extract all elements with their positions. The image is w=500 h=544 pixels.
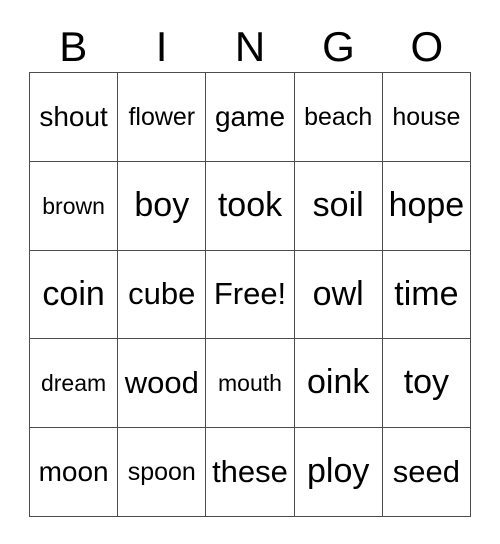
bingo-cell-r2c5[interactable]: hope bbox=[382, 161, 471, 251]
bingo-header-letter-g: G bbox=[322, 23, 355, 70]
bingo-cell-text: these bbox=[212, 453, 288, 489]
bingo-cell-text: spoon bbox=[127, 457, 196, 486]
bingo-cell-text: took bbox=[217, 185, 283, 224]
bingo-cell-text: house bbox=[392, 102, 461, 131]
bingo-cell-r1c3[interactable]: game bbox=[206, 73, 295, 162]
bingo-cell-r5c2[interactable]: spoon bbox=[118, 428, 207, 517]
bingo-cell-text: dream bbox=[40, 370, 107, 397]
bingo-cell-text: game bbox=[214, 101, 286, 133]
bingo-cell-text: seed bbox=[392, 453, 460, 489]
bingo-cell-r1c5[interactable]: house bbox=[382, 73, 471, 162]
bingo-free-space-cell[interactable]: Free! bbox=[206, 250, 295, 340]
bingo-cell-text: boy bbox=[134, 185, 190, 224]
bingo-cell-r1c4[interactable]: beach bbox=[294, 73, 383, 162]
bingo-cell-r4c1[interactable]: dream bbox=[30, 339, 119, 429]
bingo-cell-r2c2[interactable]: boy bbox=[118, 161, 207, 251]
bingo-cell-r4c3[interactable]: mouth bbox=[206, 339, 295, 429]
bingo-cell-r3c5[interactable]: time bbox=[382, 250, 471, 340]
bingo-cell-r1c2[interactable]: flower bbox=[118, 73, 207, 162]
bingo-cell-text: time bbox=[394, 274, 459, 313]
bingo-cell-r2c1[interactable]: brown bbox=[30, 161, 119, 251]
bingo-header-letter-b: B bbox=[59, 23, 88, 70]
bingo-cell-text: shout bbox=[39, 101, 108, 133]
bingo-cell-text: cube bbox=[128, 276, 196, 312]
bingo-cell-r5c5[interactable]: seed bbox=[382, 428, 471, 517]
bingo-cell-r5c3[interactable]: these bbox=[206, 428, 295, 517]
bingo-free-space-text: Free! bbox=[213, 276, 287, 312]
bingo-card: B I N G O shout flower game beach house … bbox=[0, 0, 500, 544]
bingo-cell-r5c1[interactable]: moon bbox=[30, 428, 119, 517]
bingo-header-row: B I N G O bbox=[29, 14, 471, 70]
bingo-cell-r4c5[interactable]: toy bbox=[382, 339, 471, 429]
bingo-cell-r4c4[interactable]: oink bbox=[294, 339, 383, 429]
bingo-header-letter-i: I bbox=[155, 23, 168, 70]
bingo-cell-text: soil bbox=[312, 185, 364, 224]
bingo-cell-text: coin bbox=[42, 274, 105, 313]
bingo-cell-r3c4[interactable]: owl bbox=[294, 250, 383, 340]
bingo-cell-r2c3[interactable]: took bbox=[206, 161, 295, 251]
bingo-cell-text: mouth bbox=[218, 370, 282, 397]
bingo-cell-r3c2[interactable]: cube bbox=[118, 250, 207, 340]
bingo-cell-r5c4[interactable]: ploy bbox=[294, 428, 383, 517]
bingo-cell-r2c4[interactable]: soil bbox=[294, 161, 383, 251]
bingo-cell-r4c2[interactable]: wood bbox=[118, 339, 207, 429]
bingo-cell-r3c1[interactable]: coin bbox=[30, 250, 119, 340]
bingo-cell-text: flower bbox=[128, 102, 196, 131]
bingo-cell-text: hope bbox=[388, 185, 465, 224]
bingo-header-letter-o: O bbox=[410, 23, 444, 70]
bingo-header-letter-n: N bbox=[234, 23, 266, 70]
bingo-cell-text: owl bbox=[312, 274, 364, 313]
bingo-cell-text: ploy bbox=[307, 452, 370, 491]
bingo-cell-text: toy bbox=[403, 363, 450, 402]
bingo-cell-text: beach bbox=[304, 102, 373, 131]
bingo-cell-text: moon bbox=[38, 456, 109, 488]
bingo-cell-r1c1[interactable]: shout bbox=[30, 73, 119, 162]
bingo-cell-text: brown bbox=[42, 192, 105, 219]
bingo-grid: shout flower game beach house brown boy … bbox=[29, 72, 471, 517]
bingo-cell-text: oink bbox=[307, 363, 370, 402]
bingo-cell-text: wood bbox=[124, 365, 199, 401]
